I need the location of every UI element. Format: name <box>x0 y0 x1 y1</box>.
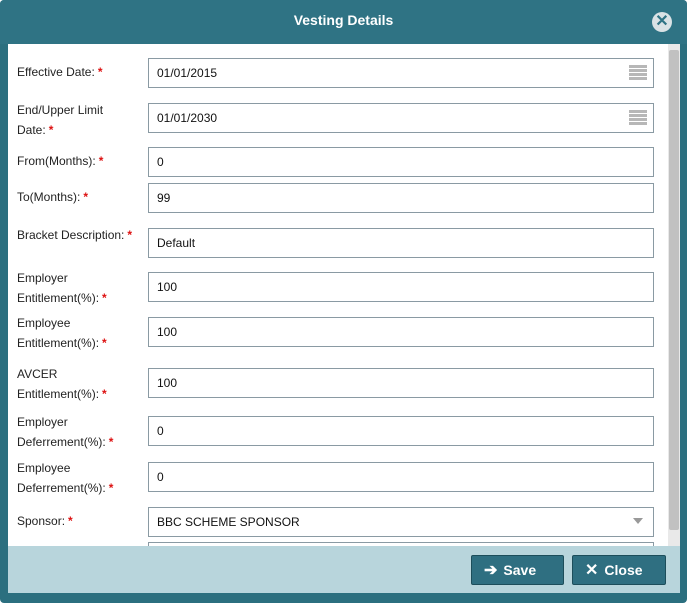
save-arrow-icon: ➔ <box>484 562 498 579</box>
dialog-title: Vesting Details <box>293 12 394 28</box>
required-marker: * <box>108 435 114 449</box>
required-marker: * <box>102 336 107 350</box>
employer-deferrement-field[interactable]: 0 <box>148 416 654 446</box>
close-x-icon: ✕ <box>585 562 599 579</box>
required-marker: * <box>127 228 133 242</box>
required-marker: * <box>102 387 107 401</box>
employee-entitlement-label-line2: Entitlement(%): * <box>17 336 107 350</box>
required-marker: * <box>97 65 103 79</box>
bracket-description-field[interactable]: Default <box>148 228 654 258</box>
employee-deferrement-field[interactable]: 0 <box>148 462 654 492</box>
to-months-field[interactable]: 99 <box>148 183 654 213</box>
vesting-details-dialog: Vesting Details ✕ Effective Date: * 01/01… <box>0 0 687 603</box>
bracket-description-label: Bracket Description: * <box>17 228 133 242</box>
calendar-icon[interactable] <box>629 65 647 81</box>
end-date-label-line1: End/Upper Limit <box>17 103 104 117</box>
employee-entitlement-label-line1: Employee <box>17 316 71 330</box>
required-marker: * <box>108 481 114 495</box>
close-button[interactable]: ✕ Close <box>572 555 666 585</box>
effective-date-label: Effective Date: * <box>17 65 103 79</box>
avcer-entitlement-field[interactable]: 100 <box>148 368 654 398</box>
from-months-field[interactable]: 0 <box>148 147 654 177</box>
avcer-entitlement-label-line2: Entitlement(%): * <box>17 387 107 401</box>
sponsor-select[interactable]: BBC SCHEME SPONSOR <box>148 507 654 537</box>
employer-deferrement-label-line1: Employer <box>17 415 68 429</box>
calendar-icon[interactable] <box>629 110 647 126</box>
required-marker: * <box>98 154 104 168</box>
save-button-label: Save <box>503 562 537 578</box>
required-marker: * <box>48 123 54 137</box>
employer-entitlement-label-line2: Entitlement(%): * <box>17 291 107 305</box>
close-button-label: Close <box>604 562 643 578</box>
employee-deferrement-label-line2: Deferrement(%): * <box>17 481 114 495</box>
end-date-field[interactable]: 01/01/2030 <box>148 103 654 133</box>
to-months-label: To(Months): * <box>17 190 89 204</box>
save-button[interactable]: ➔ Save <box>471 555 564 585</box>
end-date-label-line2: Date: * <box>17 123 54 137</box>
scrollbar[interactable] <box>668 44 680 546</box>
dialog-body: Effective Date: * 01/01/2015 End/Upper Li… <box>8 44 680 546</box>
employer-deferrement-label-line2: Deferrement(%): * <box>17 435 114 449</box>
required-marker: * <box>102 291 107 305</box>
dialog-footer: ➔ Save ✕ Close <box>8 546 680 593</box>
employee-deferrement-label-line1: Employee <box>17 461 71 475</box>
from-months-label: From(Months): * <box>17 154 104 168</box>
sponsor-label: Sponsor: * <box>17 514 73 528</box>
dialog-titlebar: Vesting Details ✕ <box>0 0 687 44</box>
scrollbar-thumb[interactable] <box>669 50 679 530</box>
employer-entitlement-label-line1: Employer <box>17 271 68 285</box>
chevron-down-icon[interactable] <box>633 518 643 524</box>
avcer-entitlement-label-line1: AVCER <box>17 367 58 381</box>
required-marker: * <box>68 514 73 528</box>
employee-entitlement-field[interactable]: 100 <box>148 317 654 347</box>
effective-date-field[interactable]: 01/01/2015 <box>148 58 654 88</box>
close-icon[interactable]: ✕ <box>652 12 672 32</box>
required-marker: * <box>83 190 89 204</box>
employer-entitlement-field[interactable]: 100 <box>148 272 654 302</box>
